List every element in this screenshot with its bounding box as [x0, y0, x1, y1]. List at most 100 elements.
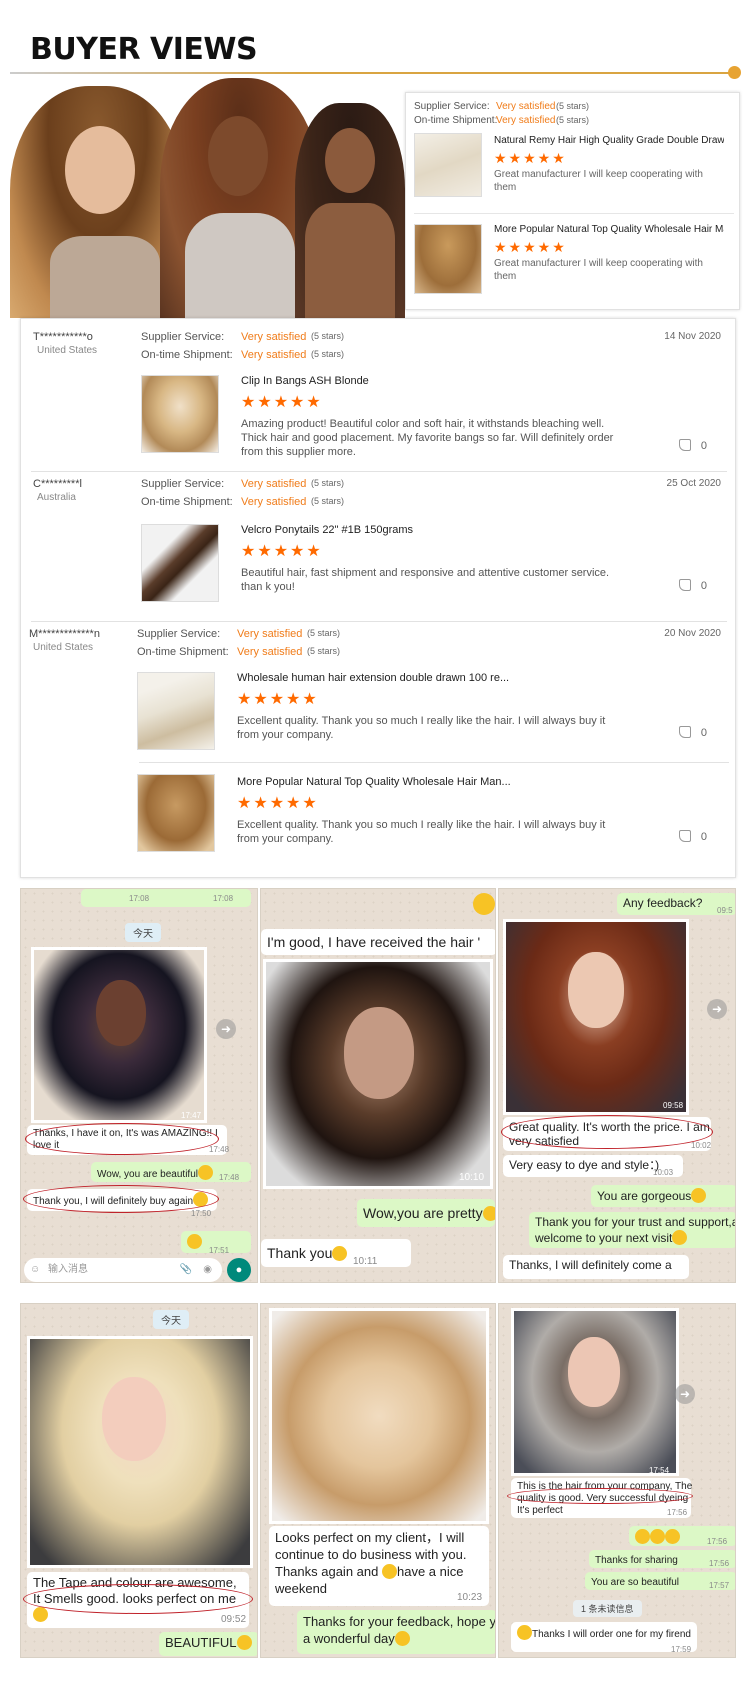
chat-screenshot-1: 17:08 17:08 今天 17:47 ➜ Thanks, I have it…: [20, 888, 258, 1283]
rating-stars: ★★★★★: [494, 150, 567, 166]
title-divider-dot: [728, 66, 741, 79]
product-name: Natural Remy Hair High Quality Grade Dou…: [494, 135, 724, 146]
product-name[interactable]: More Popular Natural Top Quality Wholesa…: [237, 776, 511, 788]
like-button[interactable]: 0: [678, 439, 707, 452]
microphone-icon[interactable]: ●: [227, 1258, 251, 1282]
review-item: C*********l Australia Supplier Service: …: [21, 474, 737, 614]
supplier-service-row: Supplier Service: Very satisfied (5 star…: [137, 628, 341, 640]
buyer-country: United States: [37, 345, 98, 356]
forward-icon[interactable]: ➜: [707, 999, 727, 1019]
customer-photo[interactable]: [503, 919, 689, 1115]
handshake-emoji-icon: [394, 1631, 410, 1646]
thumbs-up-icon: [678, 439, 691, 451]
customer-photo[interactable]: [511, 1308, 679, 1476]
chat-message-in: I'm good, I have received the hair ': [261, 929, 495, 955]
customer-photo[interactable]: [27, 1336, 253, 1568]
date-chip: 今天: [153, 1310, 189, 1329]
supplier-service-row: Supplier Service: Very satisfied (5 star…: [141, 331, 345, 343]
product-name[interactable]: Clip In Bangs ASH Blonde: [241, 375, 369, 387]
heart-eyes-emoji-icon: [691, 1188, 707, 1203]
highlight-circle: [23, 1185, 219, 1213]
buyer-reviews-panel: T***********o United States Supplier Ser…: [20, 318, 736, 878]
review-divider: [31, 621, 727, 622]
blush-emoji-icon: [332, 1246, 348, 1261]
heart-eyes-emoji-icon: [665, 1529, 680, 1544]
ontime-shipment-row: On-time Shipment: Very satisfied (5 star…: [137, 646, 341, 658]
message-input[interactable]: ☺ 输入消息 📎 ◉: [24, 1258, 222, 1282]
product-name[interactable]: Wholesale human hair extension double dr…: [237, 672, 509, 684]
chat-message-out: Any feedback? 09:5: [617, 893, 735, 915]
supplier-product-1[interactable]: Natural Remy Hair High Quality Grade Dou…: [414, 125, 734, 213]
smile-emoji-icon: [473, 893, 495, 915]
rating-stars: ★★★★★: [494, 239, 567, 255]
chat-screenshot-2: I'm good, I have received the hair ' 10:…: [260, 888, 496, 1283]
review-comment: Excellent quality. Thank you so much I r…: [237, 715, 606, 741]
chat-message-in: Very easy to dye and style：) 10:03: [503, 1155, 683, 1177]
like-button[interactable]: 0: [678, 830, 707, 843]
buyer-name: T***********o: [33, 331, 93, 343]
product-comment: Great manufacturer I will keep cooperati…: [494, 258, 703, 282]
product-thumbnail[interactable]: [141, 375, 219, 453]
thumbs-up-icon: [678, 579, 691, 591]
forward-icon[interactable]: ➜: [216, 1019, 236, 1039]
unread-messages-chip: 1 条未读信息: [573, 1600, 642, 1617]
review-divider: [31, 471, 727, 472]
chat-screenshots-row-2: 今天 The Tape and colour are awesome, It S…: [20, 1303, 736, 1658]
like-button[interactable]: 0: [678, 579, 707, 592]
handshake-emoji-icon: [187, 1234, 202, 1249]
product-thumbnail[interactable]: [137, 672, 215, 750]
highlight-circle: [25, 1123, 219, 1155]
attach-icon[interactable]: 📎: [180, 1258, 192, 1282]
kiss-emoji-icon: [33, 1607, 48, 1622]
rating-stars: ★★★★★: [237, 795, 319, 812]
product-thumbnail[interactable]: [137, 774, 215, 852]
forward-icon[interactable]: ➜: [675, 1384, 695, 1404]
date-chip: 今天: [125, 923, 161, 942]
highlight-circle: [23, 1584, 253, 1614]
review-comment: Amazing product! Beautiful color and sof…: [241, 418, 614, 458]
review-item: T***********o United States Supplier Ser…: [21, 319, 737, 469]
ontime-shipment-row: On-time Shipment: Very satisfied (5 star…: [141, 349, 345, 361]
chat-message-out: You are so beautiful 17:57: [585, 1572, 735, 1590]
highlight-circle: [501, 1115, 713, 1149]
chat-message-in: Looks perfect on my client，I will contin…: [269, 1526, 489, 1606]
buyer-country: Australia: [37, 492, 76, 503]
review-date: 25 Oct 2020: [666, 478, 721, 489]
thumbs-up-emoji-icon: [381, 1564, 397, 1579]
customer-photo[interactable]: [263, 959, 493, 1189]
chat-screenshot-5: Looks perfect on my client，I will contin…: [260, 1303, 496, 1658]
blush-emoji-icon: [517, 1625, 532, 1640]
chat-message-out: Thank you for your trust and support,a w…: [529, 1212, 735, 1248]
highlight-circle: [507, 1488, 693, 1504]
title-divider: [10, 72, 735, 74]
chat-message-out: Thanks for sharing 17:56: [589, 1550, 735, 1568]
chat-message-out: Wow, you are beautiful 17:48: [91, 1162, 251, 1182]
product-thumbnail: [414, 224, 482, 294]
thumbs-up-icon: [678, 726, 691, 738]
supplier-product-2[interactable]: More Popular Natural Top Quality Wholesa…: [414, 213, 734, 301]
chat-message-in: Thanks I will order one for my firend 17…: [511, 1622, 697, 1654]
emoji-picker-icon[interactable]: ☺: [30, 1258, 40, 1282]
camera-icon[interactable]: ◉: [203, 1258, 212, 1282]
chat-message-out: You are gorgeous: [591, 1185, 735, 1207]
model-short-afro: [295, 103, 405, 318]
supplier-service-row: Supplier Service: Very satisfied (5 star…: [141, 478, 345, 490]
smile-emoji-icon: [236, 1635, 252, 1650]
rating-stars: ★★★★★: [241, 394, 323, 411]
product-thumbnail[interactable]: [141, 524, 219, 602]
supplier-rating-card: Supplier Service: Very satisfied (5 star…: [405, 92, 740, 310]
review-comment: Excellent quality. Thank you so much I r…: [237, 819, 606, 845]
page-title: BUYER VIEWS: [30, 32, 258, 67]
buyer-country: United States: [33, 642, 94, 653]
like-button[interactable]: 0: [678, 726, 707, 739]
chat-screenshot-6: 17:54 ➜ This is the hair from your compa…: [498, 1303, 736, 1658]
heart-eyes-emoji-icon: [635, 1529, 650, 1544]
customer-photo[interactable]: [269, 1308, 489, 1524]
review-date: 20 Nov 2020: [664, 628, 721, 639]
model-wavy-ombre: [10, 86, 185, 318]
heart-eyes-emoji-icon: [650, 1529, 665, 1544]
product-name[interactable]: Velcro Ponytails 22" #1B 150grams: [241, 524, 413, 536]
product-name: More Popular Natural Top Quality Wholesa…: [494, 224, 724, 235]
handshake-emoji-icon: [672, 1230, 688, 1245]
customer-photo[interactable]: [31, 947, 207, 1123]
